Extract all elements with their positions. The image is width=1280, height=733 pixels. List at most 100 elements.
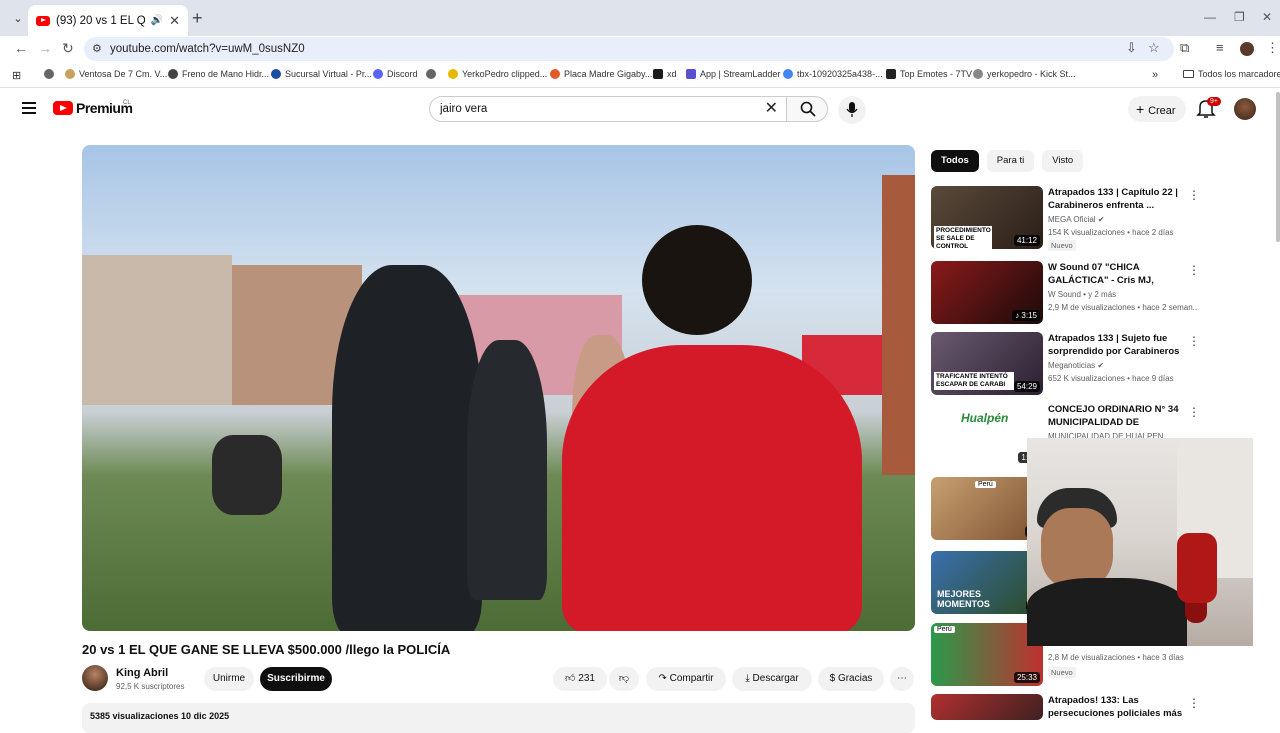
chip-all[interactable]: Todos (931, 150, 979, 172)
duration-badge: ♪ 3:15 (1012, 310, 1040, 321)
filter-chips: Todos Para ti Visto (931, 150, 1084, 172)
clear-search-icon[interactable]: ✕ (765, 97, 778, 121)
more-options-icon[interactable]: ⋮ (1188, 696, 1200, 710)
browser-menu-icon[interactable]: ⋮ (1266, 40, 1279, 56)
recommendation-item[interactable]: Atrapados! 133: Las persecuciones polici… (931, 694, 1201, 720)
bookmark-globe[interactable] (44, 69, 54, 79)
duration-badge: 41:12 (1013, 235, 1040, 246)
bookmark-label: Ventosa De 7 Cm. V... (79, 69, 168, 79)
close-tab-icon[interactable]: ✕ (169, 13, 180, 29)
dislike-button[interactable]: 👎︎ (609, 667, 639, 691)
verified-icon: ✔ (1097, 361, 1105, 370)
voice-search-button[interactable] (838, 96, 866, 124)
video-thumbnail[interactable]: ♪ 3:15 (931, 261, 1043, 324)
bookmark-5[interactable]: YerkoPedro clipped... (448, 69, 547, 79)
profile-avatar[interactable] (1240, 42, 1254, 56)
streamladder-icon (686, 69, 696, 79)
share-label: Compartir (669, 673, 714, 684)
restore-icon[interactable]: ❐ (1234, 10, 1245, 24)
bookmark-9[interactable]: tbx-10920325a438-... (783, 69, 883, 79)
search-input[interactable]: jairo vera ✕ (429, 96, 787, 122)
download-button[interactable]: ⤓ Descargar (732, 667, 812, 691)
close-window-icon[interactable]: ✕ (1262, 10, 1272, 24)
tab-search-button[interactable]: ⌄ (8, 9, 28, 29)
back-icon[interactable]: ← (14, 40, 28, 56)
new-tab-button[interactable]: + (192, 8, 203, 29)
reload-icon[interactable]: ↻ (62, 40, 74, 57)
bookmark-10[interactable]: Top Emotes - 7TV (886, 69, 972, 79)
chip-for-you[interactable]: Para ti (986, 150, 1035, 172)
minimize-icon[interactable]: — (1204, 10, 1216, 24)
bookmark-4[interactable]: Discord (373, 69, 418, 79)
apps-grid-icon[interactable]: ⊞ (12, 69, 21, 82)
media-control-icon[interactable]: ≡ (1216, 40, 1224, 55)
bookmark-11[interactable]: yerkopedro - Kick St... (973, 69, 1076, 79)
bookmark-1[interactable]: Ventosa De 7 Cm. V... (65, 69, 167, 79)
chip-watched[interactable]: Visto (1042, 150, 1084, 172)
recommendation-item[interactable]: ♪ 3:15 W Sound 07 "CHICA GALÁCTICA" - Cr… (931, 261, 1201, 327)
more-options-icon[interactable]: ⋮ (1188, 405, 1200, 419)
rec-meta: 2,9 M de visualizaciones • hace 2 seman.… (1048, 303, 1198, 312)
bookmark-3[interactable]: Sucursal Virtual - Pr... (271, 69, 372, 79)
forward-icon[interactable]: → (38, 40, 52, 56)
bookmark-2[interactable]: Freno de Mano Hidr... (168, 69, 269, 79)
share-button[interactable]: ↷ Compartir (646, 667, 726, 691)
store-icon (65, 69, 75, 79)
more-actions-icon[interactable]: ⋯ (890, 667, 914, 691)
recommendation-item[interactable]: PROCEDIMIENTO SE SALE DE CONTROL 41:12 A… (931, 186, 1201, 252)
more-options-icon[interactable]: ⋮ (1188, 334, 1200, 348)
youtube-logo[interactable]: Premium (53, 100, 133, 116)
like-button[interactable]: 👍︎ 231 (553, 667, 607, 691)
site-info-icon[interactable]: ⚙ (92, 37, 102, 61)
install-app-icon[interactable]: ⇩ (1126, 40, 1137, 56)
more-options-icon[interactable]: ⋮ (1188, 188, 1200, 202)
police-officer (467, 340, 547, 600)
extensions-icon[interactable]: ⧉ (1180, 40, 1189, 56)
channel-avatar[interactable] (82, 665, 108, 691)
bookmark-label: tbx-10920325a438-... (797, 69, 883, 79)
menu-hamburger-icon[interactable] (22, 102, 36, 114)
globe-icon (426, 69, 436, 79)
address-bar[interactable]: ⚙ youtube.com/watch?v=uwM_0susNZ0 (84, 37, 1174, 61)
youtube-favicon-icon (36, 15, 50, 26)
more-options-icon[interactable]: ⋮ (1188, 263, 1200, 277)
join-button[interactable]: Unirme (204, 667, 254, 691)
video-thumbnail[interactable] (931, 694, 1043, 720)
rec-title[interactable]: Atrapados 133 | Sujeto fue sorprendido p… (1048, 332, 1186, 358)
rec-title[interactable]: Atrapados 133 | Capítulo 22 | Carabinero… (1048, 186, 1186, 212)
rec-channel[interactable]: W Sound • y 2 más (1048, 290, 1116, 299)
bookmark-6[interactable]: Placa Madre Gigaby... (550, 69, 652, 79)
page-scrollbar[interactable] (1276, 92, 1280, 242)
recommendation-item[interactable]: TRAFICANTE INTENTÓ ESCAPAR DE CARABI 54:… (931, 332, 1201, 398)
thanks-button[interactable]: $ Gracias (818, 667, 884, 691)
bookmark-globe-2[interactable] (426, 69, 436, 79)
create-button[interactable]: + Crear (1128, 96, 1186, 122)
active-tab[interactable]: (93) 20 vs 1 EL QUE GANE S 🔊 ✕ (28, 5, 188, 36)
search-button[interactable] (786, 96, 828, 122)
scene-building (882, 175, 915, 475)
rec-title[interactable]: CONCEJO ORDINARIO N° 34 MUNICIPALIDAD DE… (1048, 403, 1186, 429)
person-red-shirt (562, 345, 862, 631)
subscribe-button[interactable]: Suscribirme (260, 667, 332, 691)
account-avatar[interactable] (1234, 98, 1256, 120)
bookmark-label: xd (667, 69, 677, 79)
thumbnail-caption: TRAFICANTE INTENTÓ ESCAPAR DE CARABI (934, 372, 1014, 390)
channel-name[interactable]: King Abril (116, 667, 168, 679)
audio-icon[interactable]: 🔊 (151, 15, 163, 26)
video-title: 20 vs 1 EL QUE GANE SE LLEVA $500.000 /l… (82, 642, 451, 657)
bookmark-8[interactable]: App | StreamLadder (686, 69, 780, 79)
rec-channel[interactable]: MEGA Oficial ✔ (1048, 215, 1105, 224)
video-thumbnail[interactable]: TRAFICANTE INTENTÓ ESCAPAR DE CARABI 54:… (931, 332, 1043, 395)
all-bookmarks[interactable]: Todos los marcadores (1183, 69, 1280, 79)
bank-icon (271, 69, 281, 79)
video-player[interactable] (82, 145, 915, 631)
description-box[interactable]: 5385 visualizaciones 10 dic 2025 (82, 703, 915, 733)
rec-channel[interactable]: Meganoticias ✔ (1048, 361, 1104, 370)
rec-title[interactable]: Atrapados! 133: Las persecuciones polici… (1048, 694, 1186, 720)
bookmark-7[interactable]: xd (653, 69, 677, 79)
more-bookmarks-icon[interactable]: » (1152, 69, 1158, 81)
rec-title[interactable]: W Sound 07 "CHICA GALÁCTICA" - Cris MJ, … (1048, 261, 1186, 287)
subscriber-count: 92,5 K suscriptores (116, 682, 185, 691)
bookmark-star-icon[interactable]: ☆ (1148, 40, 1160, 56)
video-thumbnail[interactable]: PROCEDIMIENTO SE SALE DE CONTROL 41:12 (931, 186, 1043, 249)
